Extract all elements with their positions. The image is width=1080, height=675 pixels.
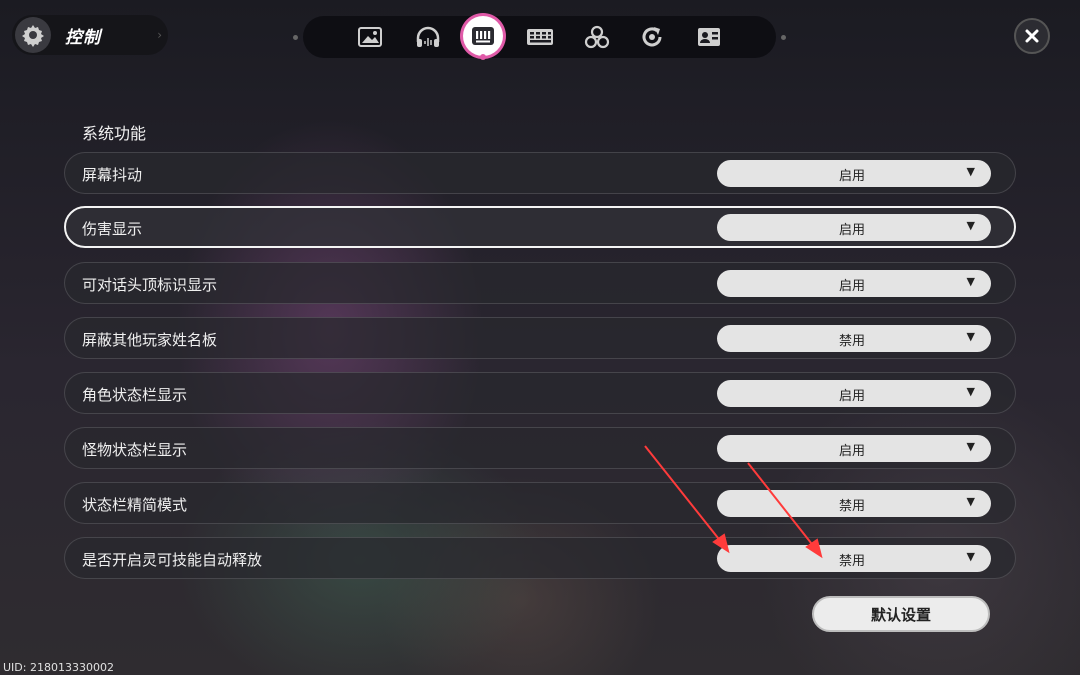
annotation-arrow-left	[644, 445, 730, 554]
annotation-arrows	[644, 445, 823, 559]
annotation-arrow-right	[747, 462, 823, 559]
